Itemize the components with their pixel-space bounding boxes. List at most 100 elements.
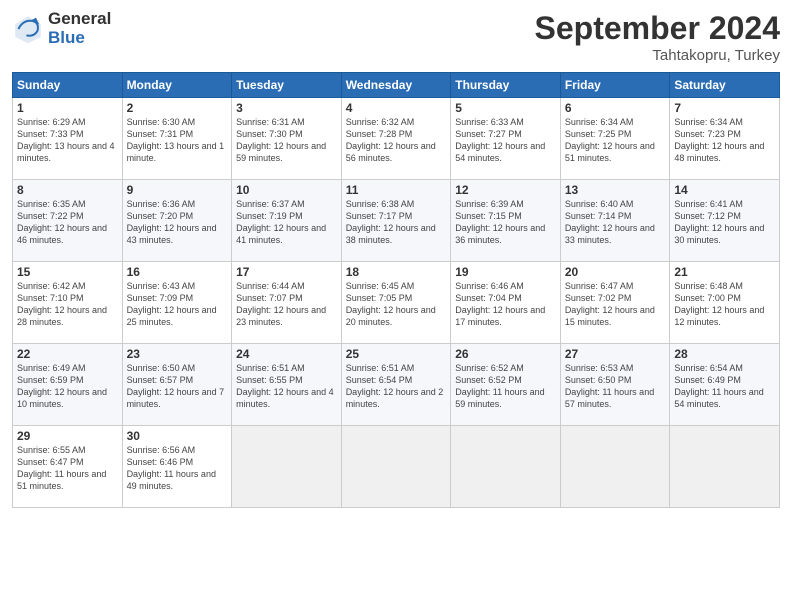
day-info: Sunrise: 6:47 AM Sunset: 7:02 PM Dayligh…	[565, 280, 666, 329]
day-info: Sunrise: 6:55 AM Sunset: 6:47 PM Dayligh…	[17, 444, 118, 493]
day-number: 11	[346, 183, 447, 197]
day-number: 18	[346, 265, 447, 279]
location-title: Tahtakopru, Turkey	[535, 47, 780, 64]
col-monday: Monday	[122, 73, 232, 98]
calendar-week-row: 8 Sunrise: 6:35 AM Sunset: 7:22 PM Dayli…	[13, 180, 780, 262]
day-number: 22	[17, 347, 118, 361]
col-saturday: Saturday	[670, 73, 780, 98]
day-number: 6	[565, 101, 666, 115]
table-row: 21 Sunrise: 6:48 AM Sunset: 7:00 PM Dayl…	[670, 262, 780, 344]
day-info: Sunrise: 6:54 AM Sunset: 6:49 PM Dayligh…	[674, 362, 775, 411]
calendar-week-row: 22 Sunrise: 6:49 AM Sunset: 6:59 PM Dayl…	[13, 344, 780, 426]
day-number: 27	[565, 347, 666, 361]
table-row: 3 Sunrise: 6:31 AM Sunset: 7:30 PM Dayli…	[232, 98, 342, 180]
logo-icon	[12, 13, 44, 45]
table-row: 7 Sunrise: 6:34 AM Sunset: 7:23 PM Dayli…	[670, 98, 780, 180]
table-row: 4 Sunrise: 6:32 AM Sunset: 7:28 PM Dayli…	[341, 98, 451, 180]
day-number: 16	[127, 265, 228, 279]
day-info: Sunrise: 6:31 AM Sunset: 7:30 PM Dayligh…	[236, 116, 337, 165]
day-number: 17	[236, 265, 337, 279]
table-row	[670, 426, 780, 508]
day-number: 10	[236, 183, 337, 197]
table-row: 2 Sunrise: 6:30 AM Sunset: 7:31 PM Dayli…	[122, 98, 232, 180]
day-info: Sunrise: 6:29 AM Sunset: 7:33 PM Dayligh…	[17, 116, 118, 165]
day-info: Sunrise: 6:45 AM Sunset: 7:05 PM Dayligh…	[346, 280, 447, 329]
day-info: Sunrise: 6:39 AM Sunset: 7:15 PM Dayligh…	[455, 198, 556, 247]
day-info: Sunrise: 6:42 AM Sunset: 7:10 PM Dayligh…	[17, 280, 118, 329]
day-number: 12	[455, 183, 556, 197]
table-row: 25 Sunrise: 6:51 AM Sunset: 6:54 PM Dayl…	[341, 344, 451, 426]
day-number: 14	[674, 183, 775, 197]
table-row: 13 Sunrise: 6:40 AM Sunset: 7:14 PM Dayl…	[560, 180, 670, 262]
day-info: Sunrise: 6:41 AM Sunset: 7:12 PM Dayligh…	[674, 198, 775, 247]
day-info: Sunrise: 6:30 AM Sunset: 7:31 PM Dayligh…	[127, 116, 228, 165]
table-row: 6 Sunrise: 6:34 AM Sunset: 7:25 PM Dayli…	[560, 98, 670, 180]
table-row: 15 Sunrise: 6:42 AM Sunset: 7:10 PM Dayl…	[13, 262, 123, 344]
logo-general: General	[48, 10, 111, 29]
day-number: 23	[127, 347, 228, 361]
day-info: Sunrise: 6:46 AM Sunset: 7:04 PM Dayligh…	[455, 280, 556, 329]
calendar-week-row: 29 Sunrise: 6:55 AM Sunset: 6:47 PM Dayl…	[13, 426, 780, 508]
table-row: 1 Sunrise: 6:29 AM Sunset: 7:33 PM Dayli…	[13, 98, 123, 180]
day-number: 7	[674, 101, 775, 115]
day-number: 19	[455, 265, 556, 279]
day-info: Sunrise: 6:51 AM Sunset: 6:54 PM Dayligh…	[346, 362, 447, 411]
header: General Blue September 2024 Tahtakopru, …	[12, 10, 780, 64]
day-info: Sunrise: 6:50 AM Sunset: 6:57 PM Dayligh…	[127, 362, 228, 411]
day-info: Sunrise: 6:56 AM Sunset: 6:46 PM Dayligh…	[127, 444, 228, 493]
table-row	[560, 426, 670, 508]
table-row	[341, 426, 451, 508]
day-number: 9	[127, 183, 228, 197]
day-info: Sunrise: 6:48 AM Sunset: 7:00 PM Dayligh…	[674, 280, 775, 329]
day-info: Sunrise: 6:32 AM Sunset: 7:28 PM Dayligh…	[346, 116, 447, 165]
calendar-header-row: Sunday Monday Tuesday Wednesday Thursday…	[13, 73, 780, 98]
day-number: 29	[17, 429, 118, 443]
table-row: 12 Sunrise: 6:39 AM Sunset: 7:15 PM Dayl…	[451, 180, 561, 262]
day-info: Sunrise: 6:38 AM Sunset: 7:17 PM Dayligh…	[346, 198, 447, 247]
table-row: 11 Sunrise: 6:38 AM Sunset: 7:17 PM Dayl…	[341, 180, 451, 262]
day-info: Sunrise: 6:35 AM Sunset: 7:22 PM Dayligh…	[17, 198, 118, 247]
day-info: Sunrise: 6:37 AM Sunset: 7:19 PM Dayligh…	[236, 198, 337, 247]
day-number: 8	[17, 183, 118, 197]
table-row: 30 Sunrise: 6:56 AM Sunset: 6:46 PM Dayl…	[122, 426, 232, 508]
col-wednesday: Wednesday	[341, 73, 451, 98]
calendar-week-row: 1 Sunrise: 6:29 AM Sunset: 7:33 PM Dayli…	[13, 98, 780, 180]
table-row: 14 Sunrise: 6:41 AM Sunset: 7:12 PM Dayl…	[670, 180, 780, 262]
table-row: 23 Sunrise: 6:50 AM Sunset: 6:57 PM Dayl…	[122, 344, 232, 426]
table-row: 26 Sunrise: 6:52 AM Sunset: 6:52 PM Dayl…	[451, 344, 561, 426]
table-row: 29 Sunrise: 6:55 AM Sunset: 6:47 PM Dayl…	[13, 426, 123, 508]
table-row: 16 Sunrise: 6:43 AM Sunset: 7:09 PM Dayl…	[122, 262, 232, 344]
day-info: Sunrise: 6:53 AM Sunset: 6:50 PM Dayligh…	[565, 362, 666, 411]
calendar-week-row: 15 Sunrise: 6:42 AM Sunset: 7:10 PM Dayl…	[13, 262, 780, 344]
table-row: 18 Sunrise: 6:45 AM Sunset: 7:05 PM Dayl…	[341, 262, 451, 344]
day-number: 15	[17, 265, 118, 279]
col-tuesday: Tuesday	[232, 73, 342, 98]
table-row: 17 Sunrise: 6:44 AM Sunset: 7:07 PM Dayl…	[232, 262, 342, 344]
table-row: 19 Sunrise: 6:46 AM Sunset: 7:04 PM Dayl…	[451, 262, 561, 344]
col-sunday: Sunday	[13, 73, 123, 98]
day-number: 25	[346, 347, 447, 361]
table-row: 27 Sunrise: 6:53 AM Sunset: 6:50 PM Dayl…	[560, 344, 670, 426]
table-row: 9 Sunrise: 6:36 AM Sunset: 7:20 PM Dayli…	[122, 180, 232, 262]
day-number: 26	[455, 347, 556, 361]
day-info: Sunrise: 6:44 AM Sunset: 7:07 PM Dayligh…	[236, 280, 337, 329]
table-row: 20 Sunrise: 6:47 AM Sunset: 7:02 PM Dayl…	[560, 262, 670, 344]
day-number: 24	[236, 347, 337, 361]
day-info: Sunrise: 6:40 AM Sunset: 7:14 PM Dayligh…	[565, 198, 666, 247]
day-info: Sunrise: 6:34 AM Sunset: 7:23 PM Dayligh…	[674, 116, 775, 165]
day-number: 4	[346, 101, 447, 115]
table-row: 28 Sunrise: 6:54 AM Sunset: 6:49 PM Dayl…	[670, 344, 780, 426]
day-number: 13	[565, 183, 666, 197]
day-info: Sunrise: 6:43 AM Sunset: 7:09 PM Dayligh…	[127, 280, 228, 329]
day-number: 1	[17, 101, 118, 115]
table-row: 24 Sunrise: 6:51 AM Sunset: 6:55 PM Dayl…	[232, 344, 342, 426]
table-row: 8 Sunrise: 6:35 AM Sunset: 7:22 PM Dayli…	[13, 180, 123, 262]
day-info: Sunrise: 6:52 AM Sunset: 6:52 PM Dayligh…	[455, 362, 556, 411]
day-info: Sunrise: 6:51 AM Sunset: 6:55 PM Dayligh…	[236, 362, 337, 411]
title-block: September 2024 Tahtakopru, Turkey	[535, 10, 780, 64]
day-info: Sunrise: 6:36 AM Sunset: 7:20 PM Dayligh…	[127, 198, 228, 247]
logo: General Blue	[12, 10, 111, 47]
day-info: Sunrise: 6:33 AM Sunset: 7:27 PM Dayligh…	[455, 116, 556, 165]
month-title: September 2024	[535, 10, 780, 47]
table-row	[232, 426, 342, 508]
